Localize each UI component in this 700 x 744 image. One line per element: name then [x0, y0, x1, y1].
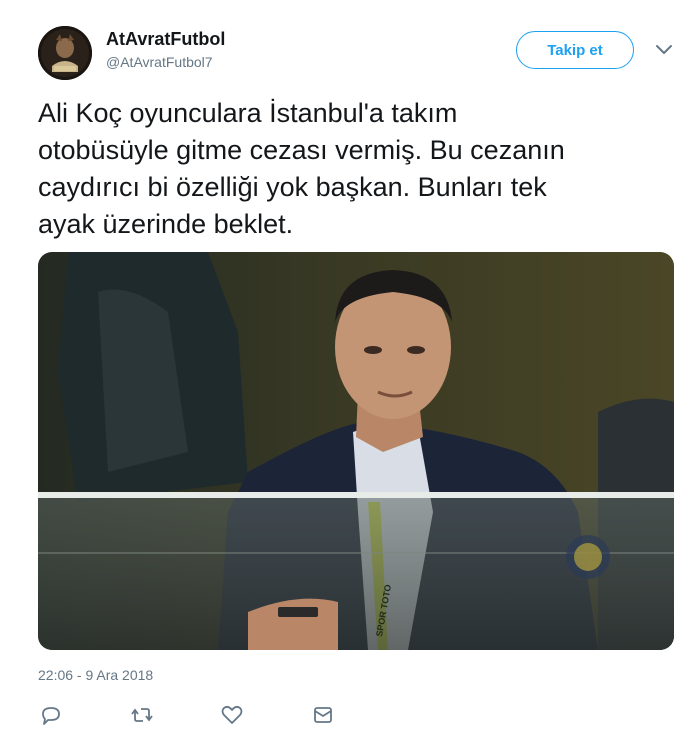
- follow-button[interactable]: Takip et: [516, 31, 634, 69]
- tweet-text-line: ayak üzerinde beklet.: [38, 209, 294, 239]
- avatar-image: [38, 26, 92, 80]
- tweet-text-line: Ali Koç oyunculara İstanbul'a takım: [38, 98, 458, 128]
- avatar[interactable]: [38, 26, 92, 80]
- chevron-down-icon[interactable]: [654, 42, 674, 58]
- tweet-text-line: caydırıcı bi özelliği yok başkan. Bunlar…: [38, 172, 547, 202]
- envelope-icon[interactable]: [310, 703, 336, 727]
- user-handle[interactable]: @AtAvratFutbol7: [106, 54, 213, 70]
- reply-icon[interactable]: [38, 703, 64, 727]
- photo-illustration: SPOR TOTO: [38, 252, 674, 650]
- tweet-photo[interactable]: SPOR TOTO: [38, 252, 674, 650]
- tweet-text: Ali Koç oyunculara İstanbul'a takım otob…: [38, 95, 678, 243]
- heart-icon[interactable]: [219, 703, 245, 727]
- retweet-icon[interactable]: [129, 703, 155, 727]
- timestamp[interactable]: 22:06 - 9 Ara 2018: [38, 667, 153, 683]
- tweet-text-line: otobüsüyle gitme cezası vermiş. Bu cezan…: [38, 135, 565, 165]
- display-name[interactable]: AtAvratFutbol: [106, 29, 225, 50]
